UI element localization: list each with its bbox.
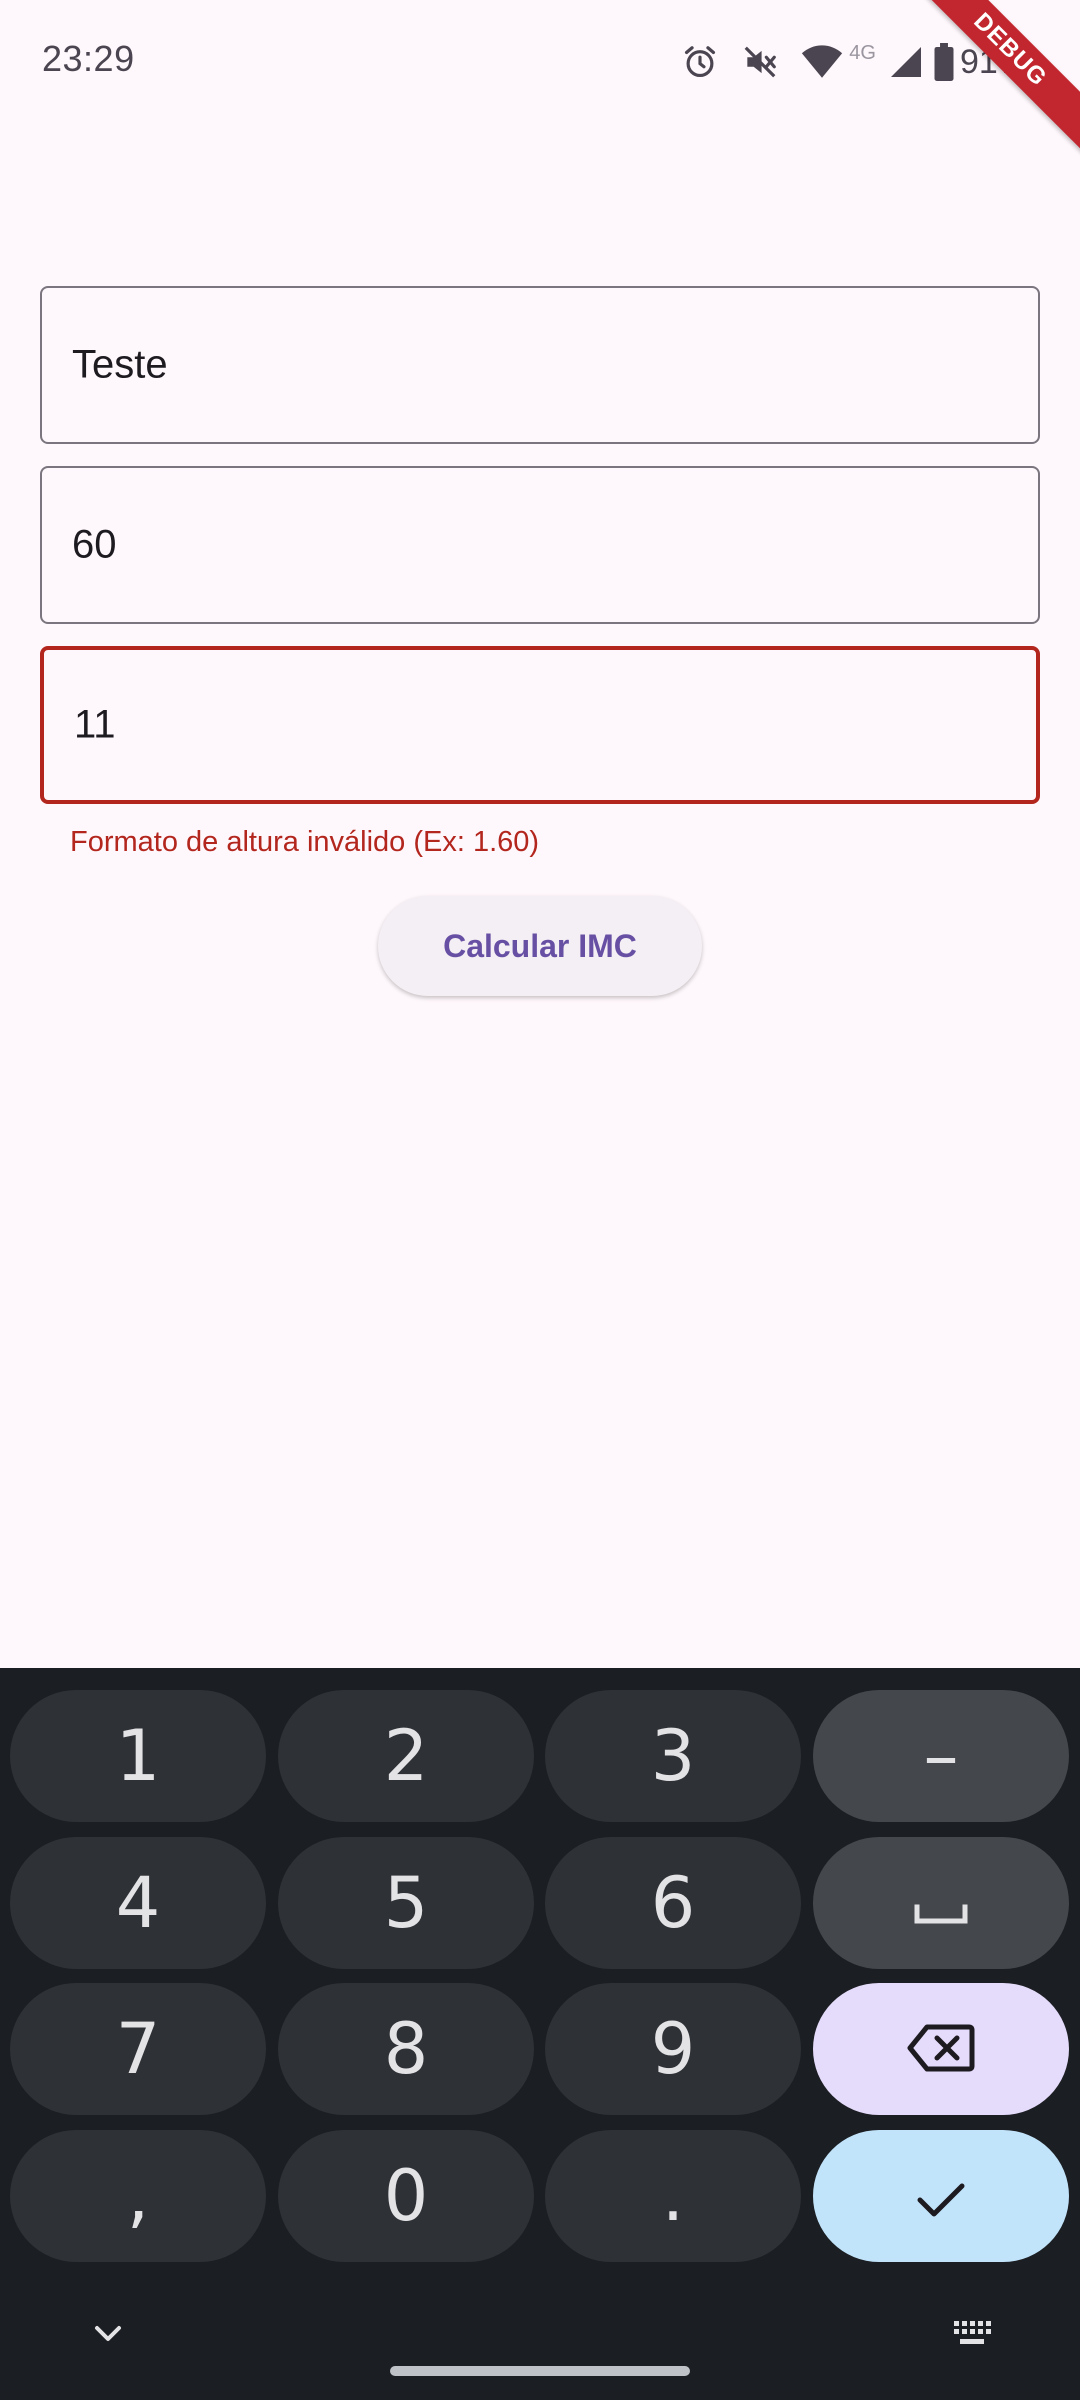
app-screen: 23:29 4G DEBUG Teste 60 11 Formato de al…: [0, 0, 1080, 2400]
space-icon: [913, 1862, 969, 1944]
cell-signal-icon: [888, 44, 924, 80]
key-period[interactable]: .: [545, 2130, 801, 2262]
key-3[interactable]: 3: [545, 1690, 801, 1822]
alarm-icon: [681, 43, 719, 81]
status-time: 23:29: [42, 38, 135, 79]
status-bar: 23:29 4G: [0, 0, 1080, 128]
name-field[interactable]: Teste: [40, 286, 1040, 444]
key-6[interactable]: 6: [545, 1837, 801, 1969]
backspace-icon: [907, 2008, 975, 2090]
key-4[interactable]: 4: [10, 1837, 266, 1969]
keyboard-switch-button[interactable]: [944, 2308, 1000, 2364]
keyboard-collapse-button[interactable]: [80, 2308, 136, 2364]
key-backspace[interactable]: [813, 1983, 1069, 2115]
key-comma[interactable]: ,: [10, 2130, 266, 2262]
key-5[interactable]: 5: [278, 1837, 534, 1969]
keyboard-icon: [952, 2319, 992, 2354]
key-7[interactable]: 7: [10, 1983, 266, 2115]
numeric-keyboard: 1 2 3 – 4 5 6 7 8 9 , 0 .: [0, 1668, 1080, 2400]
key-0[interactable]: 0: [278, 2130, 534, 2262]
height-error-text: Formato de altura inválido (Ex: 1.60): [70, 826, 540, 858]
key-minus[interactable]: –: [813, 1690, 1069, 1822]
battery-icon: [934, 43, 954, 81]
key-2[interactable]: 2: [278, 1690, 534, 1822]
wifi-icon: [801, 43, 843, 81]
mute-icon: [741, 43, 779, 81]
name-field-value: Teste: [72, 342, 168, 387]
calculate-imc-button[interactable]: Calcular IMC: [378, 896, 702, 996]
check-icon: [916, 2155, 966, 2237]
key-8[interactable]: 8: [278, 1983, 534, 2115]
height-field-value: 11: [74, 702, 116, 747]
weight-field-value: 60: [72, 522, 117, 567]
key-9[interactable]: 9: [545, 1983, 801, 2115]
network-type-label: 4G: [849, 41, 876, 64]
key-space[interactable]: [813, 1837, 1069, 1969]
home-indicator[interactable]: [390, 2366, 690, 2376]
height-field[interactable]: 11: [40, 646, 1040, 804]
key-done[interactable]: [813, 2130, 1069, 2262]
chevron-down-icon: [94, 2325, 122, 2348]
weight-field[interactable]: 60: [40, 466, 1040, 624]
key-1[interactable]: 1: [10, 1690, 266, 1822]
